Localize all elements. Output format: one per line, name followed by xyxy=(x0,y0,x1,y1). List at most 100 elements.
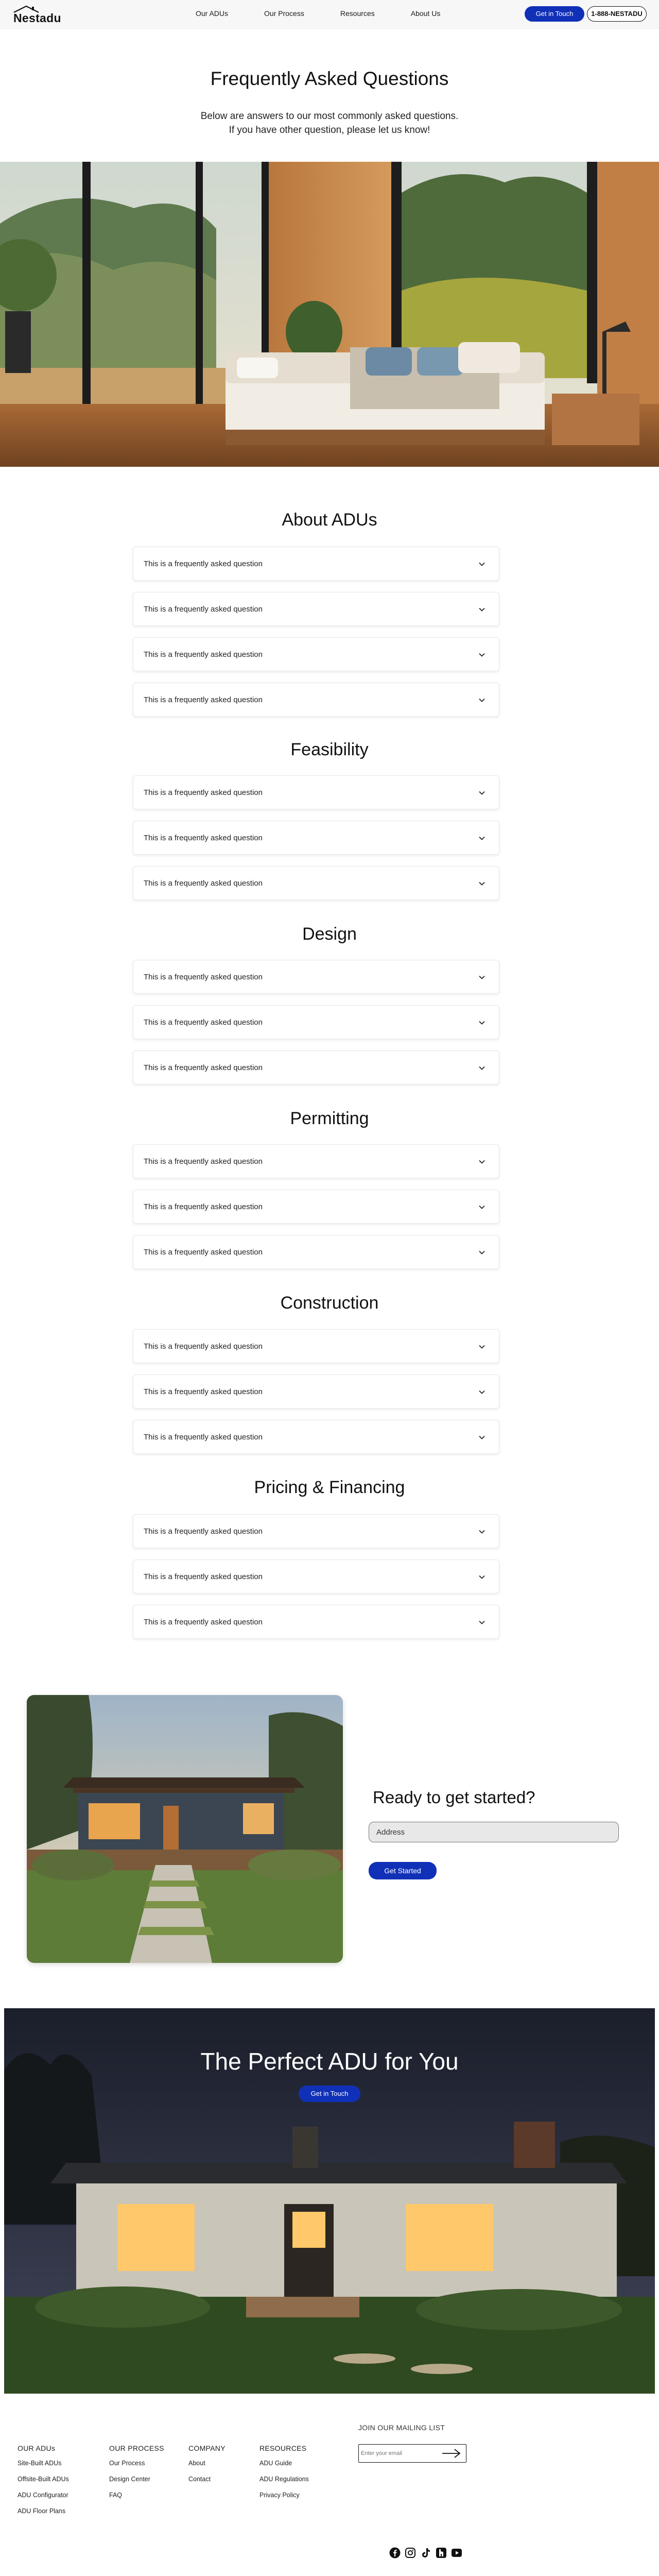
nav-our-adus[interactable]: Our ADUs xyxy=(196,9,228,18)
footer-col-our-adus: OUR ADUs Site-Built ADUs Offsite-Built A… xyxy=(18,2444,69,2523)
perfect-get-in-touch-button[interactable]: Get in Touch xyxy=(299,2086,360,2102)
footer-heading: RESOURCES xyxy=(259,2444,307,2452)
faq-question: This is a frequently asked question xyxy=(144,560,263,568)
faq-item[interactable]: This is a frequently asked question xyxy=(133,1514,499,1548)
faq-heading-permitting: Permitting xyxy=(290,1109,369,1128)
footer-link[interactable]: Design Center xyxy=(109,2476,164,2483)
chevron-down-icon xyxy=(479,791,485,795)
chevron-down-icon xyxy=(479,653,485,657)
footer-col-resources: RESOURCES ADU Guide ADU Regulations Priv… xyxy=(259,2444,309,2507)
nav-phone-button[interactable]: 1-888-NESTADU xyxy=(587,6,647,22)
faq-heading-pricing-financing: Pricing & Financing xyxy=(254,1478,405,1497)
faq-item[interactable]: This is a frequently asked question xyxy=(133,637,499,671)
ready-heading: Ready to get started? xyxy=(373,1788,535,1807)
mailing-list-label: JOIN OUR MAILING LIST xyxy=(358,2424,445,2432)
faq-question: This is a frequently asked question xyxy=(144,1157,263,1166)
address-input[interactable] xyxy=(369,1822,619,1842)
faq-question: This is a frequently asked question xyxy=(144,788,263,797)
faq-question: This is a frequently asked question xyxy=(144,879,263,888)
email-input[interactable] xyxy=(361,2448,438,2459)
footer-link[interactable]: ADU Regulations xyxy=(259,2476,309,2483)
social-links xyxy=(389,2547,462,2558)
chevron-down-icon xyxy=(479,882,485,886)
faq-item[interactable]: This is a frequently asked question xyxy=(133,1605,499,1639)
faq-question: This is a frequently asked question xyxy=(144,973,263,981)
nav-get-in-touch-button[interactable]: Get in Touch xyxy=(525,6,584,22)
faq-item[interactable]: This is a frequently asked question xyxy=(133,1144,499,1178)
adu-exterior-image xyxy=(27,1695,343,1963)
faq-item[interactable]: This is a frequently asked question xyxy=(133,960,499,994)
youtube-icon[interactable] xyxy=(451,2547,462,2558)
chevron-down-icon xyxy=(479,1575,485,1579)
faq-item[interactable]: This is a frequently asked question xyxy=(133,1420,499,1454)
tiktok-icon[interactable] xyxy=(420,2547,431,2558)
footer-link[interactable]: Offsite-Built ADUs xyxy=(18,2476,69,2483)
faq-item[interactable]: This is a frequently asked question xyxy=(133,775,499,809)
mailing-list-form xyxy=(358,2444,466,2463)
faq-heading-about-adus: About ADUs xyxy=(282,510,377,530)
faq-item[interactable]: This is a frequently asked question xyxy=(133,1005,499,1039)
faq-item[interactable]: This is a frequently asked question xyxy=(133,1329,499,1363)
footer-link[interactable]: ADU Floor Plans xyxy=(18,2507,69,2515)
faq-item[interactable]: This is a frequently asked question xyxy=(133,1560,499,1594)
footer-link[interactable]: About xyxy=(188,2460,226,2467)
chevron-down-icon xyxy=(479,1205,485,1209)
faq-question: This is a frequently asked question xyxy=(144,1572,263,1581)
faq-item[interactable]: This is a frequently asked question xyxy=(133,821,499,855)
nav-about-us[interactable]: About Us xyxy=(411,9,441,18)
faq-heading-design: Design xyxy=(302,924,357,944)
chevron-down-icon xyxy=(479,562,485,566)
footer-col-our-process: OUR PROCESS Our Process Design Center FA… xyxy=(109,2444,164,2507)
chevron-down-icon xyxy=(479,1620,485,1624)
instagram-icon[interactable] xyxy=(405,2547,416,2558)
faq-item[interactable]: This is a frequently asked question xyxy=(133,1235,499,1269)
chevron-down-icon xyxy=(479,1066,485,1070)
faq-question: This is a frequently asked question xyxy=(144,1527,263,1536)
nav-resources[interactable]: Resources xyxy=(340,9,375,18)
nav-links: Our ADUs Our Process Resources About Us xyxy=(196,9,440,18)
footer-link[interactable]: Our Process xyxy=(109,2460,164,2467)
footer-link[interactable]: Contact xyxy=(188,2476,226,2483)
faq-item[interactable]: This is a frequently asked question xyxy=(133,866,499,900)
nav-our-process[interactable]: Our Process xyxy=(264,9,304,18)
bedroom-hero-image xyxy=(0,162,659,467)
chevron-down-icon xyxy=(479,1160,485,1164)
page-subtitle: Below are answers to our most commonly a… xyxy=(0,109,659,137)
chevron-down-icon xyxy=(479,1530,485,1534)
faq-question: This is a frequently asked question xyxy=(144,605,263,614)
faq-item[interactable]: This is a frequently asked question xyxy=(133,1050,499,1084)
faq-heading-feasibility: Feasibility xyxy=(290,740,369,759)
footer-link[interactable]: Site-Built ADUs xyxy=(18,2460,69,2467)
brand-name: Nestadu xyxy=(13,11,61,25)
faq-question: This is a frequently asked question xyxy=(144,1433,263,1442)
footer-link[interactable]: Privacy Policy xyxy=(259,2492,309,2499)
chevron-down-icon xyxy=(479,1390,485,1394)
get-started-button[interactable]: Get Started xyxy=(369,1862,437,1879)
brand-logo[interactable]: Nestadu xyxy=(12,4,64,25)
footer-link[interactable]: FAQ xyxy=(109,2492,164,2499)
top-nav: Nestadu Our ADUs Our Process Resources A… xyxy=(0,0,659,29)
faq-question: This is a frequently asked question xyxy=(144,1248,263,1257)
footer-link[interactable]: ADU Guide xyxy=(259,2460,309,2467)
faq-item[interactable]: This is a frequently asked question xyxy=(133,547,499,581)
subtitle-line-1: Below are answers to our most commonly a… xyxy=(200,111,459,122)
faq-item[interactable]: This is a frequently asked question xyxy=(133,592,499,626)
faq-question: This is a frequently asked question xyxy=(144,1342,263,1351)
faq-item[interactable]: This is a frequently asked question xyxy=(133,1375,499,1409)
faq-item[interactable]: This is a frequently asked question xyxy=(133,683,499,717)
chevron-down-icon xyxy=(479,836,485,840)
faq-question: This is a frequently asked question xyxy=(144,1202,263,1211)
footer-link[interactable]: ADU Configurator xyxy=(18,2492,69,2499)
facebook-icon[interactable] xyxy=(389,2547,401,2558)
chevron-down-icon xyxy=(479,698,485,702)
faq-item[interactable]: This is a frequently asked question xyxy=(133,1190,499,1224)
footer-heading: OUR ADUs xyxy=(18,2444,56,2452)
faq-question: This is a frequently asked question xyxy=(144,1063,263,1072)
chevron-down-icon xyxy=(479,1345,485,1349)
houzz-icon[interactable] xyxy=(436,2547,447,2558)
chevron-down-icon xyxy=(479,1021,485,1025)
perfect-adu-heading: The Perfect ADU for You xyxy=(200,2048,459,2075)
arrow-right-icon[interactable] xyxy=(441,2448,462,2459)
subtitle-line-2: If you have other question, please let u… xyxy=(229,125,430,135)
faq-question: This is a frequently asked question xyxy=(144,650,263,659)
